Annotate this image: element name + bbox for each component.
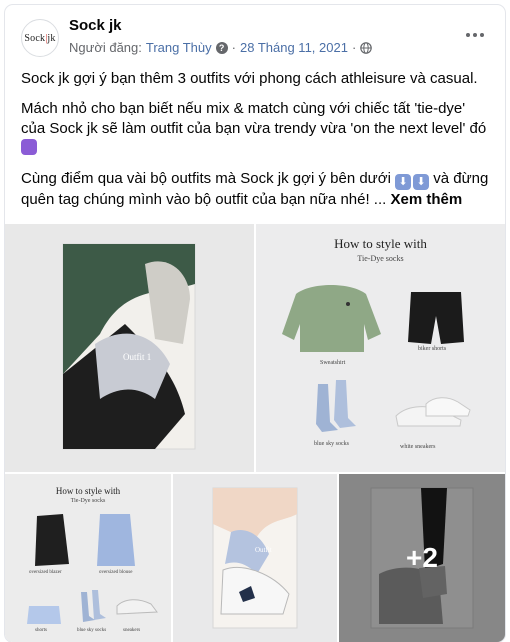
outfit-photo-4 bbox=[173, 474, 337, 642]
photo-tile-2[interactable]: How to style with Tie-Dye socks Sweatshi… bbox=[256, 224, 505, 472]
post-meta: Người đăng: Trang Thùy ? · 28 Tháng 11, … bbox=[69, 40, 373, 55]
avatar[interactable]: Sock|jk bbox=[21, 19, 59, 57]
globe-icon bbox=[360, 41, 373, 54]
feed-post: Sock|jk Sock jk Người đăng: Trang Thùy ?… bbox=[5, 5, 505, 642]
item-caption: biker shorts bbox=[418, 346, 447, 352]
avatar-logo: Sock|jk bbox=[24, 32, 56, 44]
post-paragraph-1: Sock jk gợi ý bạn thêm 3 outfits với pho… bbox=[21, 70, 478, 87]
item-caption: Sweatshirt bbox=[320, 360, 346, 366]
photo-gallery: Outfit 1 How to style with Tie-Dye socks… bbox=[5, 224, 505, 642]
post-date-link[interactable]: 28 Tháng 11, 2021 bbox=[240, 40, 348, 55]
more-dot-icon bbox=[466, 33, 470, 37]
page-name-link[interactable]: Sock jk bbox=[69, 17, 122, 34]
item-caption: sneakers bbox=[123, 628, 141, 633]
photo-tile-3[interactable]: How to style with Tie-Dye socks oversize… bbox=[5, 474, 171, 642]
outfit-label: Outfit bbox=[255, 546, 272, 554]
meta-separator: · bbox=[231, 40, 236, 55]
more-dot-icon bbox=[480, 33, 484, 37]
meta-separator-2: · bbox=[351, 40, 357, 55]
photo-tile-1[interactable]: Outfit 1 bbox=[5, 224, 254, 472]
style-guide-illustration bbox=[27, 514, 158, 624]
purple-emoji-icon bbox=[21, 139, 37, 155]
down-arrow-emoji-icon: ⬇ bbox=[395, 174, 412, 190]
more-options-button[interactable] bbox=[459, 23, 491, 47]
style-guide-illustration bbox=[282, 285, 471, 432]
item-caption: white sneakers bbox=[400, 444, 436, 450]
outfit-photo-1 bbox=[5, 224, 254, 472]
item-caption: blue sky socks bbox=[77, 628, 107, 633]
post-paragraph-3: Cùng điểm qua vài bộ outfits mà Sock jk … bbox=[21, 170, 489, 208]
item-caption: oversized blazer bbox=[29, 570, 62, 575]
post-header: Sock|jk Sock jk Người đăng: Trang Thùy ?… bbox=[5, 5, 505, 69]
see-more-link[interactable]: Xem thêm bbox=[390, 191, 462, 208]
photo-tile-5[interactable]: +2 bbox=[339, 474, 505, 642]
down-arrow-emoji-icon: ⬇ bbox=[413, 174, 430, 190]
item-caption: shorts bbox=[35, 628, 47, 633]
post-body: Sock jk gợi ý bạn thêm 3 outfits với pho… bbox=[21, 69, 491, 220]
poster-name-link[interactable]: Trang Thùy bbox=[146, 40, 212, 55]
info-icon[interactable]: ? bbox=[215, 41, 228, 54]
more-photos-overlay[interactable]: +2 bbox=[339, 474, 505, 642]
post-paragraph-2: Mách nhỏ cho bạn biết nếu mix & match cù… bbox=[21, 99, 491, 159]
item-caption: blue sky socks bbox=[314, 441, 349, 447]
posted-by-label: Người đăng: bbox=[69, 40, 142, 55]
photo-tile-4[interactable]: Outfit bbox=[173, 474, 337, 642]
item-caption: oversized blouse bbox=[99, 570, 133, 575]
outfit-label: Outfit 1 bbox=[123, 352, 152, 362]
more-dot-icon bbox=[473, 33, 477, 37]
